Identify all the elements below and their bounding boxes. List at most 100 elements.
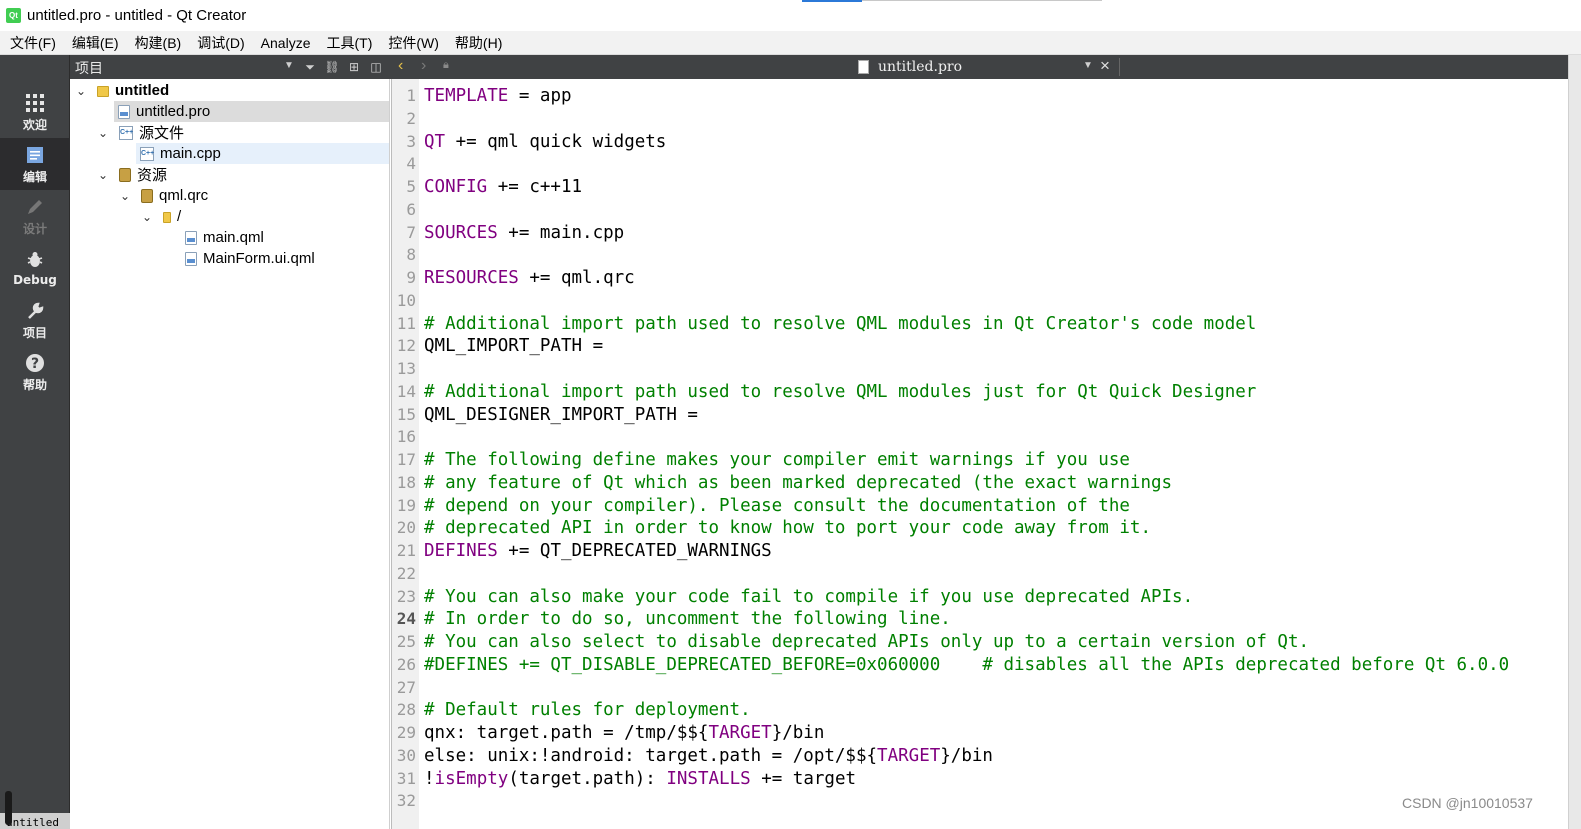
mode-welcome[interactable]: 欢迎 bbox=[0, 86, 70, 138]
menu-file[interactable]: 文件(F) bbox=[2, 31, 64, 55]
link-icon[interactable]: ⛓ bbox=[324, 59, 340, 75]
code-token: CONFIG bbox=[424, 177, 488, 197]
tree-node-sources[interactable]: ⌄ 源文件 bbox=[70, 122, 389, 143]
tree-label: / bbox=[177, 208, 182, 225]
line-number: 12 bbox=[396, 336, 416, 356]
code-token: RESOURCES bbox=[424, 268, 519, 288]
line-number: 16 bbox=[396, 427, 416, 447]
line-number: 27 bbox=[396, 677, 416, 697]
close-panel-icon[interactable]: ◫ bbox=[368, 59, 384, 75]
mode-label: 帮助 bbox=[22, 377, 47, 392]
taskbar-divider bbox=[862, 0, 1102, 1]
mode-projects[interactable]: 项目 bbox=[0, 294, 70, 346]
tree-label: main.cpp bbox=[160, 145, 221, 162]
code-line: # depend on your compiler). Please consu… bbox=[424, 495, 1130, 518]
menu-analyze[interactable]: Analyze bbox=[253, 31, 319, 55]
code-line: !isEmpty(target.path): INSTALLS += targe… bbox=[424, 768, 856, 791]
chevron-down-icon[interactable]: ⌄ bbox=[140, 210, 154, 224]
taskbar-highlight bbox=[802, 0, 862, 2]
mode-label: 设计 bbox=[22, 221, 47, 236]
code-editor[interactable]: TEMPLATE = app QT += qml quick widgets CON… bbox=[419, 79, 1568, 829]
grid-icon bbox=[25, 92, 45, 114]
line-number: 22 bbox=[396, 563, 416, 583]
code-token: += c++11 bbox=[487, 177, 583, 197]
code-line: QML_IMPORT_PATH = bbox=[424, 335, 603, 358]
qt-creator-logo-icon: Qt bbox=[6, 8, 21, 23]
tree-label: main.qml bbox=[203, 229, 264, 246]
lock-icon[interactable]: 🔒︎ bbox=[443, 59, 449, 72]
mode-design[interactable]: 设计 bbox=[0, 190, 70, 242]
tree-node-main-cpp[interactable]: main.cpp bbox=[136, 143, 389, 164]
code-line: CONFIG += c++11 bbox=[424, 176, 582, 199]
code-token: QML_IMPORT_PATH = bbox=[424, 336, 604, 357]
code-token: qnx: target.path = /tmp/$${ bbox=[424, 723, 709, 743]
tree-node-mainform[interactable]: MainForm.ui.qml bbox=[70, 248, 389, 269]
chevron-down-icon[interactable]: ⌄ bbox=[96, 168, 110, 182]
chevron-down-icon[interactable]: ▼ bbox=[1083, 60, 1093, 71]
code-token: ! bbox=[424, 768, 435, 789]
code-line: else: unix:!android: target.path = /opt/… bbox=[424, 745, 993, 768]
code-token: += target bbox=[750, 768, 857, 789]
mode-debug[interactable]: Debug bbox=[0, 242, 70, 294]
code-token: SOURCES bbox=[424, 222, 498, 243]
menu-debug[interactable]: 调试(D) bbox=[189, 31, 252, 55]
mode-help[interactable]: ? 帮助 bbox=[0, 346, 70, 398]
filter-icon[interactable]: ⏷ bbox=[302, 59, 318, 75]
project-panel-title[interactable]: 项目 bbox=[75, 58, 103, 78]
line-number: 1 bbox=[406, 86, 416, 105]
mode-label: 项目 bbox=[22, 325, 47, 340]
tree-node-untitled-pro[interactable]: untitled.pro bbox=[114, 101, 389, 122]
code-token: INSTALLS bbox=[666, 768, 751, 789]
code-token: # Additional import path used to resolve… bbox=[424, 381, 1257, 402]
forward-arrow-icon[interactable]: › bbox=[421, 57, 426, 75]
line-number-gutter: 1 2 3 4 5 6 7 8 9 10 11 12 13 14 15 16 17 18 19 20 21 22 23 24 2… bbox=[391, 79, 419, 829]
chevron-down-icon[interactable]: ⌄ bbox=[96, 126, 110, 140]
code-token: #DEFINES += QT_DISABLE_DEPRECATED_BEFORE… bbox=[424, 654, 1510, 675]
menu-help[interactable]: 帮助(H) bbox=[447, 31, 510, 55]
tree-node-resources[interactable]: ⌄ 资源 bbox=[70, 164, 389, 185]
line-number: 25 bbox=[396, 632, 416, 651]
open-document-name[interactable]: untitled.pro bbox=[878, 59, 962, 75]
code-line: # Default rules for deployment. bbox=[424, 699, 751, 722]
line-number: 4 bbox=[406, 154, 416, 174]
tree-label: untitled bbox=[115, 82, 170, 99]
mode-edit[interactable]: 编辑 bbox=[0, 138, 70, 190]
help-icon: ? bbox=[25, 352, 45, 374]
line-number: 15 bbox=[396, 404, 416, 424]
menu-tools[interactable]: 工具(T) bbox=[318, 31, 380, 55]
target-selector-handle[interactable] bbox=[5, 791, 12, 825]
svg-text:?: ? bbox=[31, 356, 39, 372]
tree-node-untitled[interactable]: ⌄ untitled bbox=[70, 80, 389, 101]
menu-widgets[interactable]: 控件(W) bbox=[380, 31, 447, 55]
code-token: # The following define makes your compil… bbox=[424, 450, 1130, 470]
code-token: # depend on your compiler). Please consu… bbox=[424, 495, 1130, 516]
menu-edit[interactable]: 编辑(E) bbox=[64, 31, 127, 55]
chevron-down-icon[interactable]: ⌄ bbox=[118, 189, 132, 203]
vertical-scrollbar[interactable] bbox=[1568, 55, 1581, 829]
code-line: QT += qml quick widgets bbox=[424, 131, 666, 154]
tree-node-prefix[interactable]: ⌄ / bbox=[70, 206, 389, 227]
tree-label: 源文件 bbox=[139, 125, 185, 142]
tree-label: 资源 bbox=[137, 167, 168, 184]
chevron-down-icon[interactable]: ⌄ bbox=[74, 84, 88, 98]
tree-node-qml-qrc[interactable]: ⌄ qml.qrc bbox=[70, 185, 389, 206]
code-line: # You can also make your code fail to co… bbox=[424, 586, 1193, 609]
edit-document-icon bbox=[25, 144, 45, 166]
editor-toolbar: ‹ › 🔒︎ untitled.pro ▼ × bbox=[391, 55, 1568, 79]
back-arrow-icon[interactable]: ‹ bbox=[398, 57, 403, 75]
code-token: QT bbox=[424, 131, 446, 152]
line-number: 21 bbox=[396, 541, 416, 560]
code-token: += main.cpp bbox=[497, 222, 625, 243]
chevron-down-icon[interactable]: ▼ bbox=[284, 60, 294, 71]
line-number: 17 bbox=[396, 450, 416, 469]
project-panel-header: 项目 ▼ ⏷ ⛓ ⊞ ◫ bbox=[70, 55, 391, 79]
tree-node-main-qml[interactable]: main.qml bbox=[70, 227, 389, 248]
menu-build[interactable]: 构建(B) bbox=[127, 31, 190, 55]
line-number: 3 bbox=[406, 131, 416, 151]
mode-label: 欢迎 bbox=[22, 117, 47, 132]
split-icon[interactable]: ⊞ bbox=[346, 59, 362, 75]
close-icon[interactable]: × bbox=[1100, 56, 1110, 76]
mode-label: 编辑 bbox=[22, 169, 47, 184]
menu-bar: 文件(F) 编辑(E) 构建(B) 调试(D) Analyze 工具(T) 控件… bbox=[0, 31, 1581, 55]
code-line: # Additional import path used to resolve… bbox=[424, 381, 1256, 404]
